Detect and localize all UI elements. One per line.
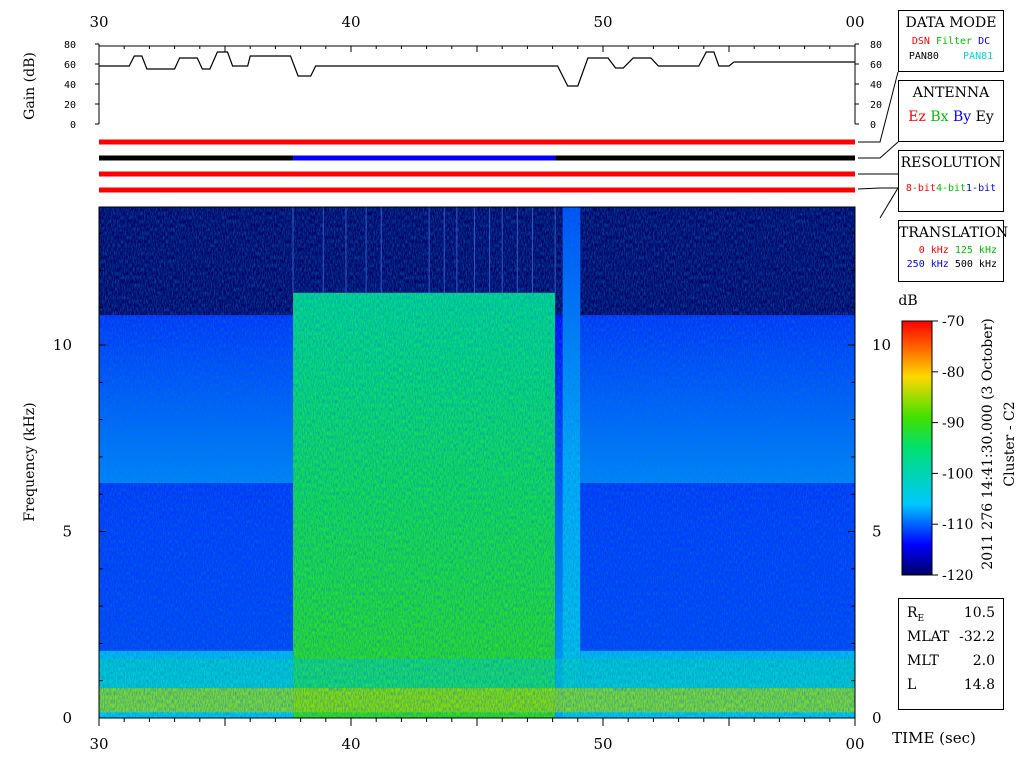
legend-dc: DC xyxy=(978,36,991,47)
frequency-tick-label-right: 0 xyxy=(872,709,882,727)
top-time-tick-label: 40 xyxy=(341,13,360,31)
bottom-time-tick-label: 40 xyxy=(341,735,360,753)
colorbar-gradient xyxy=(901,320,933,576)
mode-bar-segment xyxy=(99,187,855,193)
orbit-label-mlt: MLT xyxy=(907,653,939,669)
gain-ticks: 80 80 60 60 40 40 20 20 0 0 xyxy=(64,40,882,131)
gain-tick-label-left: 60 xyxy=(64,60,76,71)
legend-filter: Filter xyxy=(935,36,973,47)
gain-tick-label-right: 0 xyxy=(870,120,876,131)
gain-panel: Gain (dB) 80 80 60 60 40 40 20 20 0 0 xyxy=(22,40,882,131)
mode-bar-segment xyxy=(293,155,556,161)
legend-antenna-title: ANTENNA xyxy=(912,85,990,101)
gain-tick-label-right: 60 xyxy=(870,60,882,71)
bottom-time-tick-label: 30 xyxy=(89,735,108,753)
legend-data-mode: DATA MODE DSN Filter DC PAN80 PAN81 xyxy=(898,10,1004,72)
orbit-value-mlt: 2.0 xyxy=(972,653,995,669)
orbit-row-mlt: MLT 2.0 xyxy=(907,653,995,677)
bottom-time-tick-label: 00 xyxy=(845,735,864,753)
frequency-axis-label: Frequency (kHz) xyxy=(22,402,38,521)
legend-4bit: 4-bit xyxy=(935,183,967,194)
gain-axis-label: Gain (dB) xyxy=(22,52,38,120)
mode-bar-segment xyxy=(99,139,855,145)
mode-bar-segment xyxy=(555,155,855,161)
legend-8bit: 8-bit xyxy=(905,183,936,194)
frequency-tick-label-left: 10 xyxy=(53,336,72,354)
colorbar-tick-label: -70 xyxy=(942,314,965,330)
legend-pan80: PAN80 xyxy=(908,51,939,62)
gain-tick-label-left: 0 xyxy=(70,120,76,131)
orbit-row-l: L 14.8 xyxy=(907,677,995,701)
bottom-time-tick-label: 50 xyxy=(593,735,612,753)
colorbar-tick-label: -100 xyxy=(942,466,973,482)
legend-ey: Ey xyxy=(975,109,994,125)
date-label: 2011 276 14:41:30.000 (3 October) xyxy=(980,318,996,569)
legend-pan81: PAN81 xyxy=(963,51,994,62)
legend-1bit: 1-bit xyxy=(966,183,997,194)
legend-bx: Bx xyxy=(930,109,949,125)
orbit-label-re: R xyxy=(907,605,918,621)
legend-antenna: ANTENNA Ez Bx By Ey xyxy=(898,80,1004,142)
colorbar-tick-label: -90 xyxy=(942,416,965,432)
spacecraft-label: Cluster - C2 xyxy=(1002,401,1018,486)
colorbar-label: dB xyxy=(898,293,917,309)
orbit-row-mlat: MLAT -32.2 xyxy=(907,629,995,653)
top-time-tick-label: 00 xyxy=(845,13,864,31)
legend-dsn: DSN xyxy=(911,36,930,47)
legend-500khz: 500 kHz xyxy=(954,259,997,270)
gain-tick-label-left: 20 xyxy=(64,100,76,111)
top-time-tick-label: 50 xyxy=(593,13,612,31)
colorbar-ticks: -70 -80 -90 -100 -110 -120 xyxy=(932,314,973,584)
orbit-label-re-sub: E xyxy=(917,613,925,624)
orbit-value-l: 14.8 xyxy=(963,677,995,693)
orbit-value-mlat: -32.2 xyxy=(959,629,995,645)
orbit-label-mlat: MLAT xyxy=(907,629,950,645)
gain-tick-label-left: 40 xyxy=(64,80,76,91)
legend-250khz: 250 kHz xyxy=(906,259,949,270)
time-axis-label: TIME (sec) xyxy=(892,729,976,747)
orbit-value-re: 10.5 xyxy=(963,605,995,621)
colorbar-tick-label: -120 xyxy=(942,568,973,584)
legend-connectors xyxy=(857,71,899,219)
legend-data-mode-title: DATA MODE xyxy=(905,15,997,31)
orbit-info-box: RE 10.5 MLAT -32.2 MLT 2.0 L 14.8 xyxy=(898,598,1004,710)
mode-bars xyxy=(99,139,855,193)
chart-canvas: 30 40 50 00 Gain (dB) 80 8060 6040 4020 200 0 Fr… xyxy=(22,13,1018,753)
top-time-tick-label: 30 xyxy=(89,13,108,31)
gain-tick-label-right: 80 xyxy=(870,40,882,51)
legend-translation-title: TRANSLATION xyxy=(899,225,1009,241)
frequency-tick-label-left: 5 xyxy=(62,523,72,541)
frequency-tick-label-right: 5 xyxy=(872,523,882,541)
colorbar: dB -70 -80 -90 -100 -110 -120 xyxy=(898,293,973,584)
spectrogram: Frequency (kHz) 0 0 5 5 10 10 xyxy=(22,206,891,727)
frequency-tick-label-left: 0 xyxy=(62,709,72,727)
legend-by: By xyxy=(952,109,972,125)
colorbar-tick-label: -110 xyxy=(942,517,973,533)
orbit-row-re: RE 10.5 xyxy=(907,605,995,629)
mode-bar-segment xyxy=(99,171,855,177)
spectrogram-noise-overlay xyxy=(99,207,855,718)
legend-resolution: RESOLUTION 8-bit4-bit1-bit xyxy=(898,150,1004,212)
gain-tick-label-left: 80 xyxy=(64,40,76,51)
legend-ez: Ez xyxy=(908,109,926,125)
gain-trace xyxy=(99,51,855,87)
frequency-tick-label-right: 10 xyxy=(872,336,891,354)
gain-tick-label-right: 20 xyxy=(870,100,882,111)
legend-resolution-title: RESOLUTION xyxy=(900,155,1002,171)
colorbar-tick-label: -80 xyxy=(942,365,965,381)
orbit-label-l: L xyxy=(907,677,917,693)
legend-translation: TRANSLATION 0 kHz 125 kHz 250 kHz 500 kH… xyxy=(898,220,1009,282)
mode-bar-segment xyxy=(99,155,294,161)
bottom-time-ticks: 30 40 50 00 xyxy=(89,735,864,753)
legend-0khz: 0 kHz xyxy=(918,245,949,256)
legend-125khz: 125 kHz xyxy=(954,245,997,256)
gain-tick-label-right: 40 xyxy=(870,80,882,91)
top-time-ticks: 30 40 50 00 xyxy=(89,13,864,31)
